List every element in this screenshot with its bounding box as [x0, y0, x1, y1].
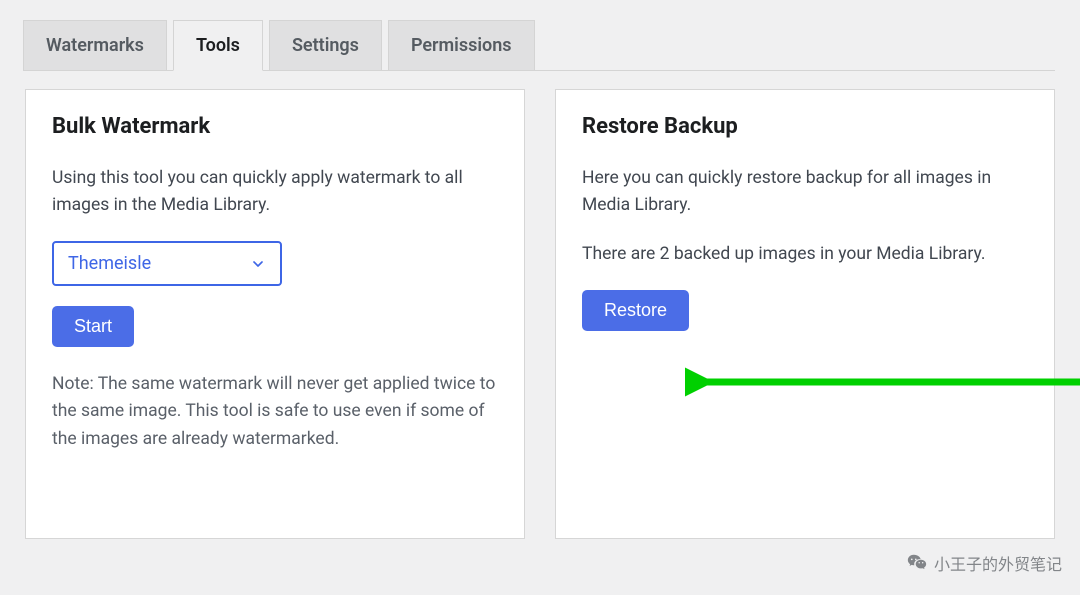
chevron-down-icon	[250, 256, 266, 272]
watermark-select-value: Themeisle	[68, 253, 151, 274]
bulk-watermark-title: Bulk Watermark	[52, 114, 498, 139]
tab-bar: Watermarks Tools Settings Permissions	[23, 20, 1055, 71]
panel-bulk-watermark: Bulk Watermark Using this tool you can q…	[25, 89, 525, 539]
start-button[interactable]: Start	[52, 306, 134, 347]
source-watermark: 小王子的外贸笔记	[906, 551, 1062, 575]
restore-desc: Here you can quickly restore backup for …	[582, 165, 1028, 219]
tab-watermarks[interactable]: Watermarks	[23, 20, 167, 71]
panels-row: Bulk Watermark Using this tool you can q…	[25, 89, 1055, 539]
tab-settings[interactable]: Settings	[269, 20, 382, 71]
watermark-select[interactable]: Themeisle	[52, 241, 282, 286]
restore-button[interactable]: Restore	[582, 290, 689, 331]
restore-title: Restore Backup	[582, 114, 1028, 139]
restore-count: There are 2 backed up images in your Med…	[582, 241, 1028, 268]
tab-permissions[interactable]: Permissions	[388, 20, 535, 71]
bulk-watermark-desc: Using this tool you can quickly apply wa…	[52, 165, 498, 219]
tab-tools[interactable]: Tools	[173, 20, 263, 71]
panel-restore-backup: Restore Backup Here you can quickly rest…	[555, 89, 1055, 539]
source-watermark-text: 小王子的外贸笔记	[934, 551, 1062, 575]
wechat-icon	[906, 552, 928, 574]
bulk-watermark-note: Note: The same watermark will never get …	[52, 371, 498, 452]
